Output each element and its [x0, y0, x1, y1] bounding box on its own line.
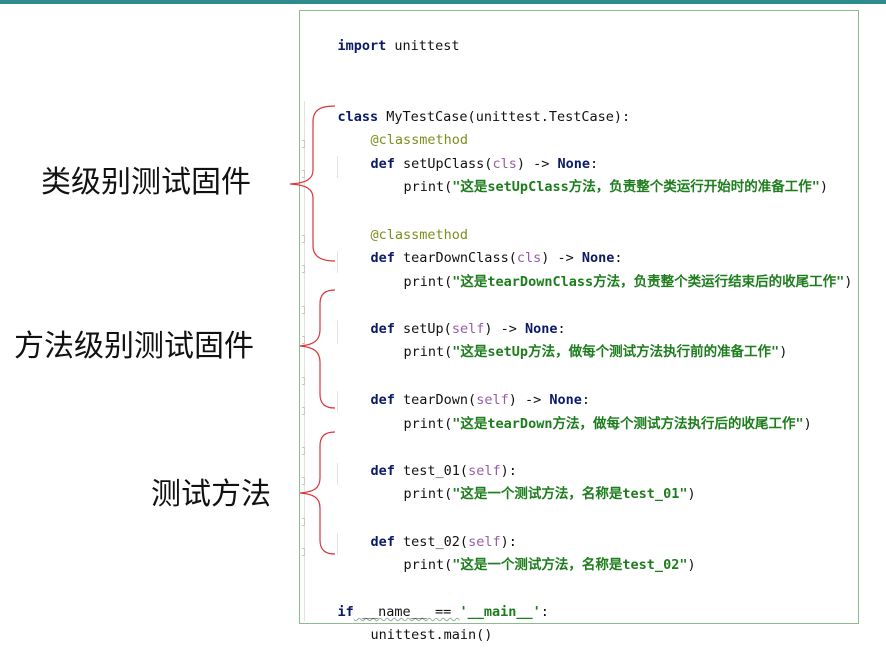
label-class-fixture: 类级别测试固件	[41, 165, 251, 200]
label-test-methods: 测试方法	[151, 477, 271, 512]
brace-overlay	[289, 105, 336, 555]
code-text: unittest.main()	[370, 627, 493, 643]
label-method-fixture: 方法级别测试固件	[14, 329, 254, 364]
brace-class-fixture	[289, 105, 336, 262]
brace-test-methods	[299, 431, 336, 555]
brace-method-fixture	[299, 289, 336, 409]
